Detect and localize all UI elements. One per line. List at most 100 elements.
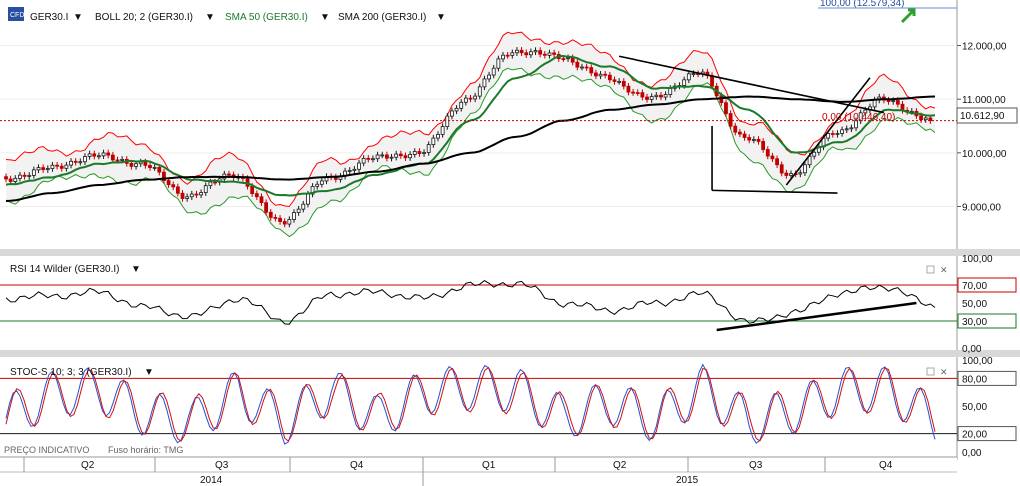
candle-body <box>491 67 496 76</box>
candle-body <box>375 154 380 160</box>
candle-body <box>515 49 519 54</box>
chevron-down-icon[interactable]: ▼ <box>205 12 215 23</box>
rsi-title[interactable]: RSI 14 Wilder (GER30.I) <box>10 264 119 275</box>
candle-body <box>101 152 106 157</box>
candle-body <box>120 158 125 161</box>
candle-body <box>106 152 111 156</box>
candle-body <box>761 141 766 150</box>
chevron-down-icon[interactable]: ▼ <box>73 12 83 23</box>
fib-level-label: 0,00 (10.446,40) <box>822 112 895 123</box>
candle-body <box>477 86 482 97</box>
chevron-down-icon[interactable]: ▼ <box>436 12 446 23</box>
candle-body <box>724 102 728 114</box>
candle-body <box>463 97 468 103</box>
indicator-boll-label[interactable]: BOLL 20; 2 (GER30.I) <box>95 12 193 23</box>
candle-body <box>250 185 255 195</box>
candle-body <box>143 161 148 166</box>
candle-body <box>301 203 306 210</box>
stoch-tick-label: 80,00 <box>962 374 987 385</box>
candle-body <box>751 138 756 141</box>
indicator-sma50-label[interactable]: SMA 50 (GER30.I) <box>225 12 308 23</box>
stoch-title[interactable]: STOC-S 10; 3; 3 (GER30.I) <box>10 367 132 378</box>
candle-body <box>110 154 115 161</box>
candle-body <box>835 133 840 135</box>
candle-body <box>268 211 273 218</box>
stoch-tick-label: 20,00 <box>962 430 987 441</box>
candle-body <box>840 129 844 134</box>
candle-body <box>50 164 55 169</box>
rsi-level-label: 70,00 <box>962 281 987 292</box>
chevron-down-icon[interactable]: ▼ <box>131 264 141 275</box>
candle-body <box>580 66 584 69</box>
indicator-sma200-label[interactable]: SMA 200 (GER30.I) <box>338 12 426 23</box>
candle-body <box>180 192 185 199</box>
candle-body <box>380 154 385 157</box>
candle-body <box>872 99 877 108</box>
panel-splitter-2[interactable] <box>0 350 1020 357</box>
candle-body <box>919 115 923 121</box>
candle-body <box>431 137 436 145</box>
candle-body <box>830 133 835 135</box>
candle-body <box>923 117 928 121</box>
candle-body <box>473 95 478 100</box>
logo-text: CFD <box>10 12 24 19</box>
close-icon[interactable]: ✕ <box>940 265 948 275</box>
chart-canvas: 9.000,00 10.000,00 11.000,00 12.000,00 0,00 3… <box>0 0 1020 486</box>
candle-body <box>264 202 269 213</box>
candle-body <box>403 155 408 159</box>
candle-body <box>73 160 78 163</box>
candle-body <box>594 72 598 77</box>
chevron-down-icon[interactable]: ▼ <box>144 367 154 378</box>
chevron-down-icon[interactable]: ▼ <box>320 12 330 23</box>
timezone-label: Fuso horário: TMG <box>108 445 183 455</box>
candle-body <box>83 156 87 163</box>
candle-body <box>97 155 101 158</box>
candle-body <box>55 164 59 167</box>
quarter-label: Q3 <box>749 460 763 471</box>
close-icon[interactable]: ✕ <box>940 367 948 377</box>
candle-body <box>454 107 459 112</box>
candle-body <box>273 217 278 219</box>
candle-body <box>607 74 612 81</box>
symbol-label[interactable]: GER30.I <box>30 12 68 23</box>
rsi-level-label: 50,00 <box>962 299 987 310</box>
quarter-label: Q3 <box>215 460 229 471</box>
candle-body <box>528 51 533 56</box>
candle-body <box>617 80 622 83</box>
candle-body <box>134 163 138 167</box>
candle-body <box>450 110 454 117</box>
candle-body <box>306 193 310 205</box>
candle-body <box>844 128 849 131</box>
candle-body <box>203 185 208 194</box>
candle-body <box>496 58 501 69</box>
candle-body <box>78 161 83 164</box>
candle-body <box>738 131 742 135</box>
candle-body <box>728 113 733 127</box>
candle-body <box>296 208 301 213</box>
candle-body <box>366 157 371 160</box>
candle-body <box>254 193 259 198</box>
candle-body <box>649 96 654 100</box>
candle-body <box>779 164 784 174</box>
candle-body <box>8 178 13 182</box>
candle-body <box>41 167 46 171</box>
candle-body <box>185 196 190 199</box>
candle-body <box>654 94 659 97</box>
candle-body <box>426 144 431 153</box>
candle-body <box>561 58 566 61</box>
candle-body <box>635 92 640 94</box>
panel-splitter-1[interactable] <box>0 249 1020 256</box>
candle-body <box>765 149 770 157</box>
candle-body <box>487 74 491 80</box>
candle-body <box>803 164 807 174</box>
candle-body <box>770 155 775 160</box>
quarter-label: Q4 <box>350 460 364 471</box>
candle-body <box>598 73 603 77</box>
price-tick-label: 12.000,00 <box>962 42 1007 53</box>
candle-body <box>575 61 580 68</box>
candle-body <box>510 52 515 56</box>
candle-body <box>682 79 687 86</box>
candle-body <box>13 177 18 182</box>
candle-body <box>798 172 803 175</box>
candle-body <box>436 134 440 139</box>
